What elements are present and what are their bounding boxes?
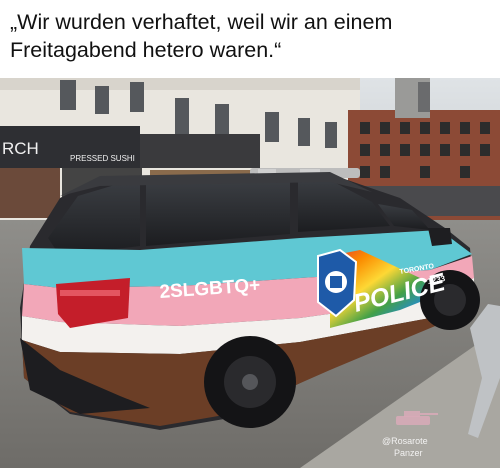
caption-line-1: „Wir wurden verhaftet, weil wir an einem — [10, 10, 393, 34]
meme-page: „Wir wurden verhaftet, weil wir an einem… — [0, 0, 500, 468]
caption-text: „Wir wurden verhaftet, weil wir an einem… — [10, 8, 496, 64]
store-sign-left: RCH — [2, 139, 39, 158]
store-sign-right: PRESSED SUSHI — [70, 154, 135, 163]
watermark-handle: @Rosarote — [382, 436, 428, 446]
caption-area: „Wir wurden verhaftet, weil wir an einem… — [0, 0, 500, 78]
watermark-name: Panzer — [394, 448, 423, 458]
photo-scene: RCH PRESSED SUSHI 2SLGBTQ+ TORONTO 1233 … — [0, 78, 500, 468]
police-car-photo: RCH PRESSED SUSHI 2SLGBTQ+ TORONTO 1233 … — [0, 78, 500, 468]
caption-line-2: Freitagabend hetero waren.“ — [10, 38, 282, 62]
